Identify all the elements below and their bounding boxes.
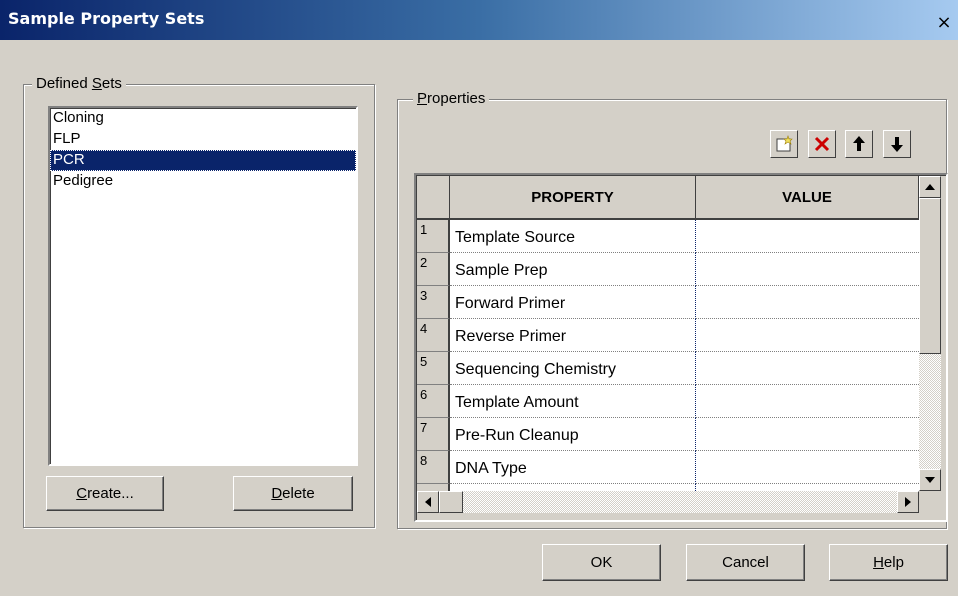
- ok-button[interactable]: OK: [542, 544, 661, 581]
- title-bar: Sample Property Sets ×: [0, 0, 958, 40]
- help-button[interactable]: Help: [829, 544, 948, 581]
- column-header-property[interactable]: PROPERTY: [450, 176, 696, 220]
- property-cell[interactable]: Template Source: [450, 220, 696, 253]
- properties-grid[interactable]: PROPERTY VALUE 1 Template Source 2 Sampl…: [414, 173, 948, 522]
- row-number[interactable]: 2: [417, 253, 450, 286]
- scroll-up-button[interactable]: [919, 176, 941, 198]
- scroll-right-button[interactable]: [897, 491, 919, 513]
- defined-sets-list[interactable]: Cloning FLP PCR Pedigree: [48, 106, 358, 466]
- scroll-right-icon: [905, 497, 911, 507]
- value-cell[interactable]: [696, 286, 919, 319]
- grid-body: PROPERTY VALUE 1 Template Source 2 Sampl…: [417, 176, 919, 491]
- properties-label: Properties: [413, 90, 490, 107]
- value-cell-partial: [696, 484, 919, 491]
- column-header-value[interactable]: VALUE: [696, 176, 919, 220]
- table-row[interactable]: 3 Forward Primer: [417, 286, 919, 319]
- value-cell[interactable]: [696, 385, 919, 418]
- list-item-pcr[interactable]: PCR: [50, 150, 356, 171]
- ok-button-label: OK: [590, 554, 613, 571]
- list-item-cloning[interactable]: Cloning: [50, 108, 356, 129]
- row-number-partial: [417, 484, 450, 491]
- row-number[interactable]: 7: [417, 418, 450, 451]
- new-row-icon: [776, 135, 793, 152]
- scrollbar-corner: [919, 491, 941, 513]
- move-down-button[interactable]: [883, 130, 911, 158]
- table-row[interactable]: 8 DNA Type: [417, 451, 919, 484]
- property-cell[interactable]: Reverse Primer: [450, 319, 696, 352]
- delete-button[interactable]: Delete: [233, 476, 353, 511]
- table-row[interactable]: 7 Pre-Run Cleanup: [417, 418, 919, 451]
- value-cell[interactable]: [696, 220, 919, 253]
- vertical-scrollbar[interactable]: [919, 176, 941, 491]
- help-button-label: Help: [873, 554, 904, 571]
- property-cell[interactable]: Sequencing Chemistry: [450, 352, 696, 385]
- window-title: Sample Property Sets: [8, 9, 205, 28]
- value-cell[interactable]: [696, 451, 919, 484]
- value-cell[interactable]: [696, 319, 919, 352]
- scroll-left-icon: [425, 497, 431, 507]
- property-cell[interactable]: Forward Primer: [450, 286, 696, 319]
- cancel-button[interactable]: Cancel: [686, 544, 805, 581]
- scroll-down-icon: [925, 477, 935, 483]
- cancel-button-label: Cancel: [722, 554, 769, 571]
- property-cell-partial: [450, 484, 696, 491]
- table-row[interactable]: 2 Sample Prep: [417, 253, 919, 286]
- scroll-up-icon: [925, 184, 935, 190]
- table-row[interactable]: 4 Reverse Primer: [417, 319, 919, 352]
- list-item-flp[interactable]: FLP: [50, 129, 356, 150]
- row-number[interactable]: 5: [417, 352, 450, 385]
- value-cell[interactable]: [696, 253, 919, 286]
- horizontal-scroll-thumb[interactable]: [439, 491, 463, 513]
- row-number[interactable]: 4: [417, 319, 450, 352]
- arrow-up-icon: [853, 136, 865, 151]
- defined-sets-label: Defined Sets: [32, 75, 126, 92]
- scroll-left-button[interactable]: [417, 491, 439, 513]
- property-cell[interactable]: Template Amount: [450, 385, 696, 418]
- list-item-pedigree[interactable]: Pedigree: [50, 171, 356, 192]
- value-cell[interactable]: [696, 352, 919, 385]
- arrow-down-icon: [891, 137, 903, 152]
- vertical-scroll-thumb[interactable]: [919, 198, 941, 354]
- row-number[interactable]: 1: [417, 220, 450, 253]
- delete-x-icon: [814, 136, 830, 152]
- row-number[interactable]: 6: [417, 385, 450, 418]
- value-cell[interactable]: [696, 418, 919, 451]
- move-up-button[interactable]: [845, 130, 873, 158]
- table-row[interactable]: 6 Template Amount: [417, 385, 919, 418]
- delete-property-button[interactable]: [808, 130, 836, 158]
- table-row-partial: [417, 484, 919, 491]
- row-number[interactable]: 3: [417, 286, 450, 319]
- scroll-down-button[interactable]: [919, 469, 941, 491]
- property-cell[interactable]: Sample Prep: [450, 253, 696, 286]
- create-button-label: Create...: [76, 485, 134, 502]
- grid-corner-header: [417, 176, 450, 220]
- table-row[interactable]: 5 Sequencing Chemistry: [417, 352, 919, 385]
- delete-button-label: Delete: [271, 485, 315, 502]
- property-cell[interactable]: Pre-Run Cleanup: [450, 418, 696, 451]
- row-number[interactable]: 8: [417, 451, 450, 484]
- property-cell[interactable]: DNA Type: [450, 451, 696, 484]
- create-button[interactable]: Create...: [46, 476, 164, 511]
- add-property-button[interactable]: [770, 130, 798, 158]
- horizontal-scrollbar[interactable]: [417, 491, 919, 513]
- close-icon[interactable]: ×: [934, 14, 954, 34]
- table-row[interactable]: 1 Template Source: [417, 220, 919, 253]
